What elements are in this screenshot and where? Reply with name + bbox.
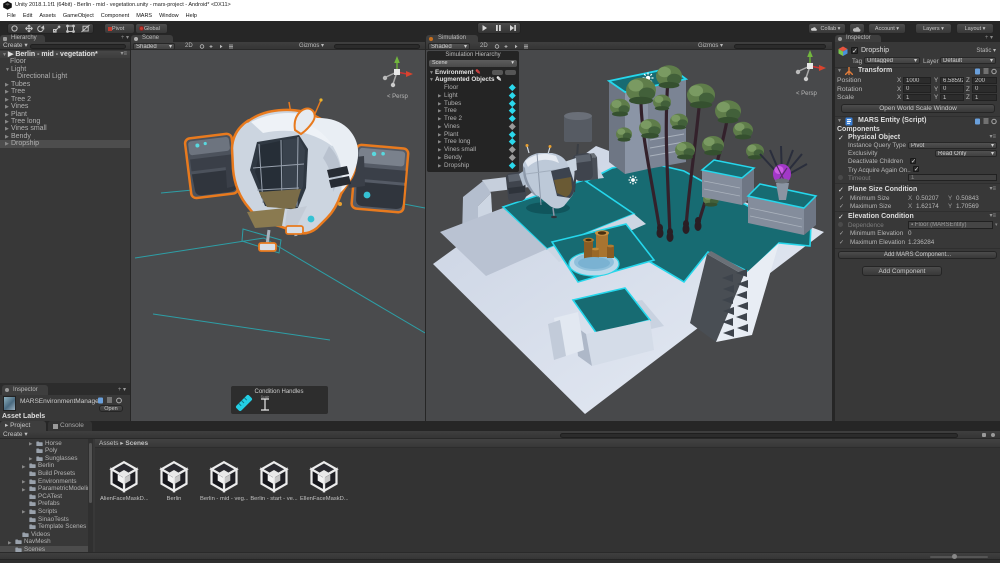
svg-text:< Persp: < Persp bbox=[796, 91, 818, 97]
svg-text:< Persp: < Persp bbox=[387, 94, 409, 100]
